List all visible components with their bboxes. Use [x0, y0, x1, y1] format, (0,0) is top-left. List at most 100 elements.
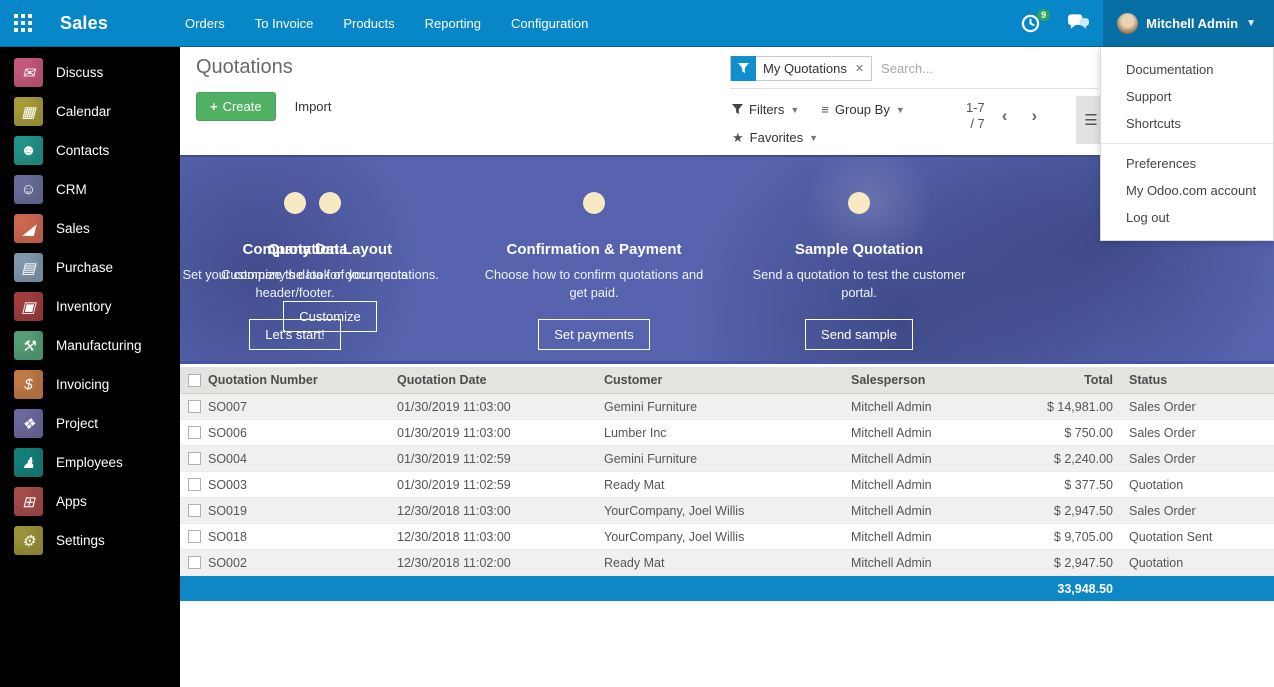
- facet-remove-icon[interactable]: ✕: [854, 62, 871, 75]
- row-checkbox[interactable]: [188, 530, 201, 543]
- sidebar-item[interactable]: ◢ Sales: [0, 209, 180, 248]
- onboarding-step-button[interactable]: Customize: [283, 301, 376, 332]
- table-header-row: Quotation Number Quotation Date Customer…: [180, 367, 1274, 394]
- row-checkbox[interactable]: [188, 504, 201, 517]
- footer-total: 33,948.50: [1031, 582, 1121, 596]
- navbar-menu-item[interactable]: Products: [328, 0, 409, 46]
- sidebar-item[interactable]: ☻ Contacts: [0, 131, 180, 170]
- table-row[interactable]: SO007 01/30/2019 11:03:00 Gemini Furnitu…: [180, 394, 1274, 420]
- onboarding-step: Confirmation & Payment Choose how to con…: [479, 192, 709, 350]
- import-button[interactable]: Import: [295, 99, 332, 114]
- create-button[interactable]: +Create: [196, 92, 276, 121]
- column-header[interactable]: Customer: [604, 373, 851, 387]
- table-row[interactable]: SO004 01/30/2019 11:02:59 Gemini Furnitu…: [180, 446, 1274, 472]
- user-menu-button[interactable]: Mitchell Admin ▼: [1103, 0, 1274, 46]
- sidebar-item-label: Calendar: [56, 104, 111, 119]
- sidebar-item[interactable]: $ Invoicing: [0, 365, 180, 404]
- column-header[interactable]: Quotation Number: [208, 373, 397, 387]
- favorites-button[interactable]: ★ Favorites▼: [732, 130, 818, 146]
- sidebar-item-label: Settings: [56, 533, 105, 548]
- apps-grid-icon[interactable]: [0, 0, 46, 46]
- sidebar-item[interactable]: ▦ Calendar: [0, 92, 180, 131]
- step-description: Send a quotation to test the customer po…: [744, 266, 974, 302]
- cell-total: $ 14,981.00: [1031, 400, 1121, 414]
- sidebar-item[interactable]: ⚙ Settings: [0, 521, 180, 560]
- sidebar-item-label: Manufacturing: [56, 338, 142, 353]
- dropdown-menu-item[interactable]: Preferences: [1101, 150, 1273, 177]
- dropdown-menu-item[interactable]: My Odoo.com account: [1101, 177, 1273, 204]
- sidebar-item[interactable]: ❖ Project: [0, 404, 180, 443]
- filter-facet-icon: [731, 56, 756, 81]
- sidebar-item-label: Apps: [56, 494, 87, 509]
- cell-salesperson: Mitchell Admin: [851, 452, 1031, 466]
- cell-total: $ 2,240.00: [1031, 452, 1121, 466]
- dropdown-menu-item[interactable]: Shortcuts: [1101, 110, 1273, 137]
- group-by-button[interactable]: ≡ Group By▼: [821, 102, 904, 117]
- onboarding-step: Sample Quotation Send a quotation to tes…: [744, 192, 974, 350]
- onboarding-step-button[interactable]: Send sample: [805, 319, 913, 350]
- sidebar-item[interactable]: ♟ Employees: [0, 443, 180, 482]
- select-all-checkbox[interactable]: [188, 374, 201, 387]
- column-header[interactable]: Quotation Date: [397, 373, 604, 387]
- row-checkbox[interactable]: [188, 556, 201, 569]
- cell-status: Sales Order: [1121, 400, 1274, 414]
- cell-salesperson: Mitchell Admin: [851, 530, 1031, 544]
- navbar-menu-item[interactable]: Reporting: [410, 0, 496, 46]
- filters-button[interactable]: Filters▼: [732, 102, 799, 117]
- sidebar-item[interactable]: ⚒ Manufacturing: [0, 326, 180, 365]
- row-checkbox[interactable]: [188, 452, 201, 465]
- table-row[interactable]: SO019 12/30/2018 11:03:00 YourCompany, J…: [180, 498, 1274, 524]
- pager-next-icon[interactable]: ›: [1024, 106, 1044, 126]
- sidebar-item[interactable]: ▣ Inventory: [0, 287, 180, 326]
- cell-total: $ 377.50: [1031, 478, 1121, 492]
- star-icon: ★: [732, 130, 744, 146]
- column-header[interactable]: Total: [1031, 373, 1121, 387]
- cell-status: Quotation: [1121, 478, 1274, 492]
- apps-sidebar: ✉ Discuss ▦ Calendar ☻ Contacts ☺ CRM ◢ …: [0, 47, 180, 687]
- column-header[interactable]: Salesperson: [851, 373, 1031, 387]
- app-brand[interactable]: Sales: [46, 0, 122, 46]
- app-icon: ⚒: [14, 331, 43, 360]
- dropdown-menu-item[interactable]: Documentation: [1101, 56, 1273, 83]
- pager-range: 1-7 / 7: [966, 100, 985, 132]
- navbar-menu-item[interactable]: Orders: [170, 0, 240, 46]
- table-row[interactable]: SO006 01/30/2019 11:03:00 Lumber Inc Mit…: [180, 420, 1274, 446]
- app-icon: ▦: [14, 97, 43, 126]
- navbar-menu-item[interactable]: To Invoice: [240, 0, 329, 46]
- column-header[interactable]: Status: [1121, 373, 1274, 387]
- dropdown-menu-item[interactable]: Support: [1101, 83, 1273, 110]
- sidebar-item[interactable]: ☺ CRM: [0, 170, 180, 209]
- navbar-menu-item[interactable]: Configuration: [496, 0, 603, 46]
- sidebar-item[interactable]: ✉ Discuss: [0, 53, 180, 92]
- table-footer-row: 33,948.50: [180, 576, 1274, 601]
- sidebar-item[interactable]: ⊞ Apps: [0, 482, 180, 521]
- sidebar-item-label: Sales: [56, 221, 90, 236]
- chevron-down-icon: ▼: [1246, 18, 1256, 29]
- dropdown-menu-item[interactable]: Log out: [1101, 204, 1273, 231]
- messages-icon[interactable]: [1054, 0, 1103, 46]
- table-row[interactable]: SO002 12/30/2018 11:02:00 Ready Mat Mitc…: [180, 550, 1274, 576]
- cell-status: Quotation Sent: [1121, 530, 1274, 544]
- activity-menu-button[interactable]: 9: [1007, 0, 1054, 46]
- row-checkbox[interactable]: [188, 400, 201, 413]
- row-checkbox[interactable]: [188, 478, 201, 491]
- cell-quotation-date: 01/30/2019 11:03:00: [397, 426, 604, 440]
- cell-salesperson: Mitchell Admin: [851, 478, 1031, 492]
- table-row[interactable]: SO018 12/30/2018 11:03:00 YourCompany, J…: [180, 524, 1274, 550]
- pager-previous-icon[interactable]: ‹: [995, 106, 1015, 126]
- onboarding-step-button[interactable]: Set payments: [538, 319, 650, 350]
- bars-icon: ≡: [821, 102, 829, 117]
- search-options: Filters▼ ≡ Group By▼ ★ Favorites▼: [732, 97, 1002, 153]
- row-checkbox[interactable]: [188, 426, 201, 439]
- cell-quotation-number: SO006: [208, 426, 397, 440]
- step-title: Sample Quotation: [744, 241, 974, 258]
- cell-quotation-date: 01/30/2019 11:02:59: [397, 478, 604, 492]
- table-row[interactable]: SO003 01/30/2019 11:02:59 Ready Mat Mitc…: [180, 472, 1274, 498]
- cell-salesperson: Mitchell Admin: [851, 400, 1031, 414]
- app-icon: ❖: [14, 409, 43, 438]
- cell-status: Quotation: [1121, 556, 1274, 570]
- sidebar-item-label: Invoicing: [56, 377, 109, 392]
- app-icon: ⊞: [14, 487, 43, 516]
- search-input[interactable]: [872, 61, 1098, 76]
- sidebar-item[interactable]: ▤ Purchase: [0, 248, 180, 287]
